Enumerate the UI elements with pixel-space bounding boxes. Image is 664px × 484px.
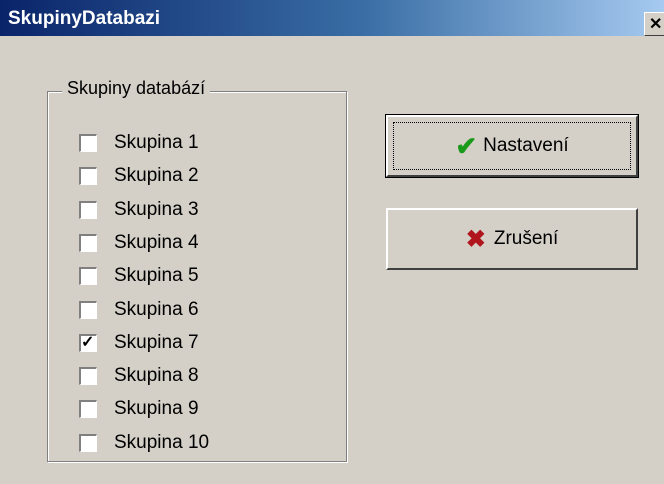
settings-button[interactable]: ✔ Nastavení	[385, 114, 639, 178]
group-checkbox[interactable]	[79, 267, 97, 285]
group-checkbox-label: Skupina 6	[114, 299, 199, 320]
close-button[interactable]: ✕	[644, 12, 664, 36]
cancel-button[interactable]: ✖ Zrušení	[386, 208, 638, 270]
group-checkbox[interactable]	[79, 434, 97, 452]
group-checkbox-label: Skupina 3	[114, 199, 199, 220]
red-x-icon: ✖	[465, 225, 486, 253]
group-checkbox[interactable]: ✓	[79, 334, 97, 352]
group-checkbox[interactable]	[79, 201, 97, 219]
group-checkbox-row[interactable]: Skupina 9	[79, 397, 199, 421]
group-checkbox-row[interactable]: Skupina 10	[79, 431, 209, 455]
title-bar: SkupinyDatabazi	[0, 0, 664, 36]
group-checkbox-row[interactable]: Skupina 4	[79, 231, 199, 255]
group-checkbox-label: Skupina 9	[114, 398, 199, 419]
group-checkbox-row[interactable]: ✓ Skupina 7	[79, 331, 199, 355]
group-checkbox-label: Skupina 1	[114, 132, 199, 153]
group-checkbox[interactable]	[79, 301, 97, 319]
group-checkbox[interactable]	[79, 167, 97, 185]
group-checkbox-row[interactable]: Skupina 5	[79, 264, 199, 288]
group-checkbox-row[interactable]: Skupina 1	[79, 131, 199, 155]
window-title: SkupinyDatabazi	[8, 8, 161, 29]
checkmark-icon: ✓	[81, 334, 95, 351]
group-checkbox-label: Skupina 2	[114, 165, 199, 186]
group-checkbox[interactable]	[79, 234, 97, 252]
group-checkbox-row[interactable]: Skupina 8	[79, 364, 199, 388]
group-checkbox[interactable]	[79, 367, 97, 385]
focus-rect	[393, 122, 631, 170]
groupbox-label: Skupiny databází	[62, 78, 211, 99]
group-checkbox-row[interactable]: Skupina 3	[79, 198, 199, 222]
group-checkbox-label: Skupina 7	[114, 332, 199, 353]
group-checkbox-label: Skupina 4	[114, 232, 199, 253]
close-icon: ✕	[649, 16, 663, 33]
group-checkbox-label: Skupina 10	[114, 432, 210, 453]
group-checkbox[interactable]	[79, 400, 97, 418]
group-checkbox-row[interactable]: Skupina 6	[79, 298, 199, 322]
group-checkbox[interactable]	[79, 134, 97, 152]
group-checkbox-row[interactable]: Skupina 2	[79, 164, 199, 188]
group-checkbox-label: Skupina 5	[114, 265, 199, 286]
cancel-button-label: Zrušení	[493, 228, 559, 249]
group-checkbox-label: Skupina 8	[114, 365, 199, 386]
